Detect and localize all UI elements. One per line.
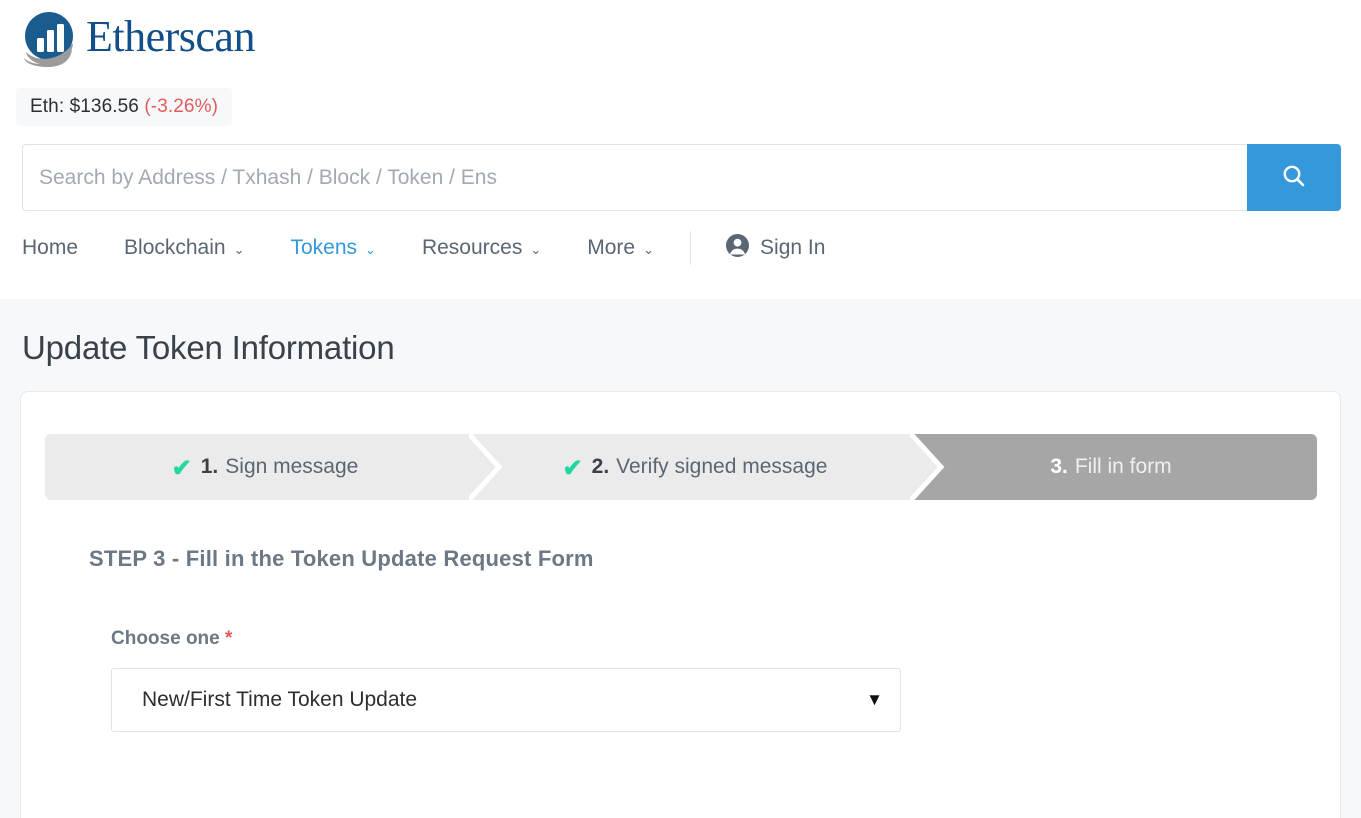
wizard-step-1-number: 1. [200, 455, 219, 478]
nav-label-blockchain: Blockchain [124, 236, 226, 259]
search-input[interactable] [22, 144, 1247, 211]
logo-row: Etherscan [0, 0, 1361, 72]
user-circle-icon [725, 233, 750, 264]
brand-name[interactable]: Etherscan [86, 15, 255, 59]
etherscan-bar-chart-logo-icon[interactable] [20, 10, 78, 68]
choose-one-select-wrapper[interactable]: New/First Time Token Update ▼ [111, 668, 901, 732]
nav-item-resources[interactable]: Resources ⌄ [422, 236, 541, 260]
search-icon [1281, 163, 1307, 192]
page-content: Update Token Information ✔ 1. Sign messa… [0, 299, 1361, 818]
wizard-step-2-number: 2. [591, 455, 610, 478]
main-navigation: Home Blockchain ⌄ Tokens ⌄ Resources ⌄ M… [0, 217, 1361, 279]
choose-one-label-text: Choose one [111, 628, 220, 649]
eth-price-change: (-3.26%) [144, 96, 219, 117]
nav-item-blockchain[interactable]: Blockchain ⌄ [124, 236, 244, 260]
form-step-heading: STEP 3 - Fill in the Token Update Reques… [89, 546, 594, 571]
search-button[interactable] [1247, 144, 1341, 211]
choose-one-label: Choose one * [111, 628, 1316, 650]
nav-label-resources: Resources [421, 236, 523, 259]
nav-label-tokens: Tokens [290, 236, 358, 259]
wizard-separator-2-3 [905, 432, 945, 502]
wizard-step-3-number: 3. [1050, 455, 1068, 478]
wizard-step-3-label: Fill in form [1074, 455, 1172, 478]
eth-price-ticker: Eth: $136.56 (-3.26%) [0, 72, 1361, 126]
sign-in-button[interactable]: Sign In [725, 233, 825, 264]
nav-item-more[interactable]: More ⌄ [587, 236, 654, 260]
nav-label-more: More [587, 236, 636, 259]
chevron-down-icon: ⌄ [643, 242, 655, 257]
check-icon: ✔ [562, 454, 583, 482]
choose-one-selected-value: New/First Time Token Update [142, 688, 418, 711]
chevron-down-icon: ⌄ [365, 242, 376, 257]
sign-in-label: Sign In [760, 236, 826, 259]
wizard-step-sign-message[interactable]: ✔ 1. Sign message [45, 434, 485, 500]
page-title: Update Token Information [22, 329, 395, 366]
nav-item-home[interactable]: Home [22, 236, 78, 260]
required-asterisk: * [225, 628, 233, 649]
token-update-form: STEP 3 - Fill in the Token Update Reques… [45, 500, 1316, 732]
nav-divider [690, 231, 692, 265]
token-update-card: ✔ 1. Sign message ✔ 2. Verify signed mes… [20, 391, 1341, 818]
wizard-step-1-label: Sign message [225, 455, 359, 478]
eth-price: Eth: $136.56 [30, 96, 139, 117]
chevron-down-icon: ⌄ [233, 242, 245, 257]
step-wizard: ✔ 1. Sign message ✔ 2. Verify signed mes… [45, 432, 1317, 502]
choose-one-select[interactable]: New/First Time Token Update [111, 668, 901, 732]
site-header: Etherscan Eth: $136.56 (-3.26%) Home Blo… [0, 0, 1361, 299]
nav-item-tokens[interactable]: Tokens ⌄ [291, 236, 376, 260]
wizard-step-2-label: Verify signed message [616, 455, 828, 478]
nav-label-home: Home [22, 236, 79, 259]
wizard-step-fill-in-form[interactable]: 3. Fill in form [905, 434, 1317, 500]
chevron-down-icon: ⌄ [530, 242, 542, 257]
search-bar [22, 144, 1341, 211]
chevron-down-icon: ▼ [866, 690, 883, 709]
check-icon: ✔ [171, 454, 192, 482]
wizard-step-verify-signed-message[interactable]: ✔ 2. Verify signed message [485, 434, 905, 500]
